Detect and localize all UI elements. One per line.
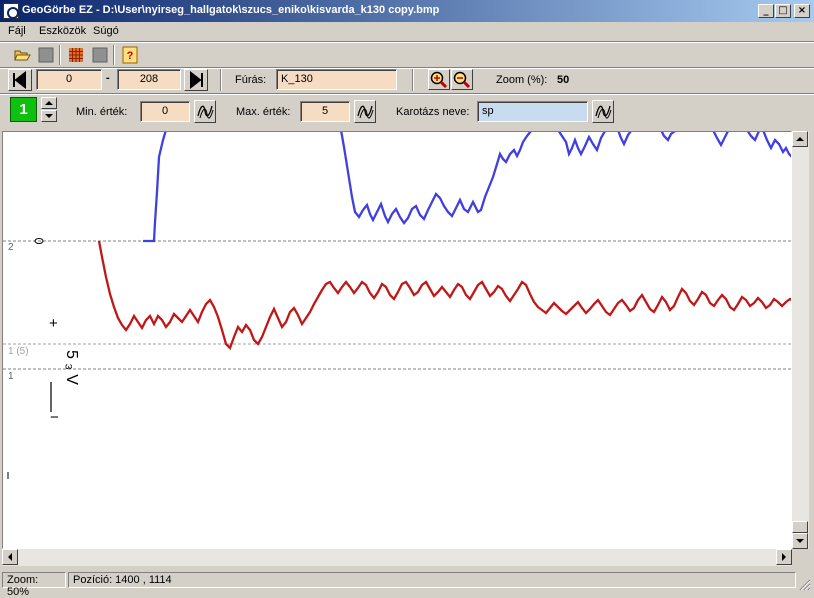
curve-icon: [357, 105, 374, 119]
arrow-up-icon: [796, 137, 804, 141]
status-bar: Zoom: 50% Pozíció: 1400 , 1114: [0, 567, 814, 598]
scroll-corner: [792, 549, 809, 566]
stop-icon: [92, 47, 108, 63]
arrow-right-icon: [782, 553, 786, 561]
toolbar-separator-horizontal: [0, 93, 814, 95]
scale-plus: +: [49, 315, 58, 332]
window-title: GeoGörbe EZ - D:\User\nyirseg_hallgatok\…: [22, 4, 440, 16]
arrow-left-icon: [8, 553, 12, 561]
scale-annotation: 5 ₃ V: [63, 350, 80, 385]
range-dash: -: [106, 72, 110, 84]
log-index-up-button[interactable]: [41, 97, 57, 109]
range-to-input[interactable]: 208: [117, 69, 181, 90]
log-plot[interactable]: 2 1 (5) 1 + 5 ₃ V −: [3, 132, 792, 549]
zoom-in-button[interactable]: [428, 69, 450, 90]
depth-label: 1 (5): [8, 346, 29, 357]
next-button[interactable]: [184, 69, 208, 91]
log-name-apply-button[interactable]: [592, 100, 614, 123]
menu-tools[interactable]: Eszközök: [39, 25, 86, 37]
menu-separator: [0, 41, 814, 43]
open-folder-icon: [14, 50, 31, 61]
zoom-in-icon: [430, 71, 448, 89]
toolbar-separator: [220, 69, 222, 91]
drill-label: Fúrás:: [235, 74, 267, 86]
zoom-out-icon: [453, 71, 471, 89]
zoom-out-button[interactable]: [451, 69, 473, 90]
grid-button[interactable]: [66, 45, 86, 65]
zoom-label: Zoom (%):: [496, 74, 548, 86]
min-value-input[interactable]: 0: [140, 101, 190, 122]
max-label: Max. érték:: [236, 106, 291, 118]
scroll-up-button[interactable]: [792, 131, 808, 147]
log-name-label: Karotázs neve:: [396, 106, 470, 118]
drawing-canvas[interactable]: 2 1 (5) 1 + 5 ₃ V −: [2, 131, 792, 549]
help-icon: ?: [122, 46, 138, 64]
menu-bar: Fájl Eszközök Súgó: [0, 22, 814, 41]
log-index-down-button[interactable]: [41, 110, 57, 122]
menu-file[interactable]: Fájl: [8, 25, 26, 37]
scroll-thumb-vertical[interactable]: [792, 521, 808, 533]
close-button[interactable]: ×: [794, 4, 810, 18]
open-button[interactable]: [12, 45, 32, 65]
stop-button[interactable]: [90, 45, 110, 65]
toolbar-separator: [412, 69, 414, 91]
depth-label: 2: [8, 242, 14, 253]
depth-label: 1: [8, 371, 14, 382]
help-button[interactable]: ?: [120, 45, 140, 65]
curve-icon: [197, 105, 214, 119]
spin-up-icon: [45, 101, 53, 105]
scale-minus: −: [50, 409, 59, 426]
scroll-left-button[interactable]: [2, 549, 18, 565]
status-position: Pozíció: 1400 , 1114: [68, 572, 796, 588]
curve-icon: [595, 105, 612, 119]
arrow-left-icon: [13, 70, 26, 90]
svg-text:?: ?: [127, 50, 134, 62]
save-button[interactable]: [36, 45, 56, 65]
title-bar: GeoGörbe EZ - D:\User\nyirseg_hallgatok\…: [0, 0, 814, 22]
save-icon: [38, 47, 54, 63]
min-label: Min. érték:: [76, 106, 128, 118]
scroll-right-button[interactable]: [776, 549, 792, 565]
range-from-input[interactable]: 0: [36, 69, 102, 90]
spin-down-icon: [45, 114, 53, 118]
zoom-value: 50: [557, 74, 570, 86]
min-apply-button[interactable]: [194, 100, 216, 123]
max-value-input[interactable]: 5: [300, 101, 350, 122]
maximize-button[interactable]: □: [775, 4, 791, 18]
app-icon: [3, 3, 19, 19]
prev-button[interactable]: [8, 69, 32, 91]
toolbar-separator: [113, 45, 115, 65]
red-log-curve: [97, 240, 791, 351]
log-index-badge: 1: [10, 97, 37, 122]
status-zoom: Zoom: 50%: [2, 572, 66, 598]
drill-input[interactable]: K_130: [276, 69, 397, 90]
grid-icon: [69, 48, 83, 62]
vertical-scrollbar[interactable]: [792, 131, 809, 549]
menu-help[interactable]: Súgó: [93, 25, 119, 37]
scroll-down-button[interactable]: [792, 533, 808, 549]
blue-log-curve: [143, 132, 791, 243]
horizontal-scrollbar[interactable]: [2, 549, 792, 566]
toolbar-separator: [59, 45, 61, 65]
app-window: GeoGörbe EZ - D:\User\nyirseg_hallgatok\…: [0, 0, 814, 598]
arrow-down-icon: [796, 539, 804, 543]
minimize-button[interactable]: _: [758, 4, 774, 18]
max-apply-button[interactable]: [354, 100, 376, 123]
log-name-input[interactable]: sp: [477, 101, 588, 122]
arrow-right-icon: [190, 70, 203, 90]
resize-grip-icon[interactable]: [797, 577, 811, 591]
